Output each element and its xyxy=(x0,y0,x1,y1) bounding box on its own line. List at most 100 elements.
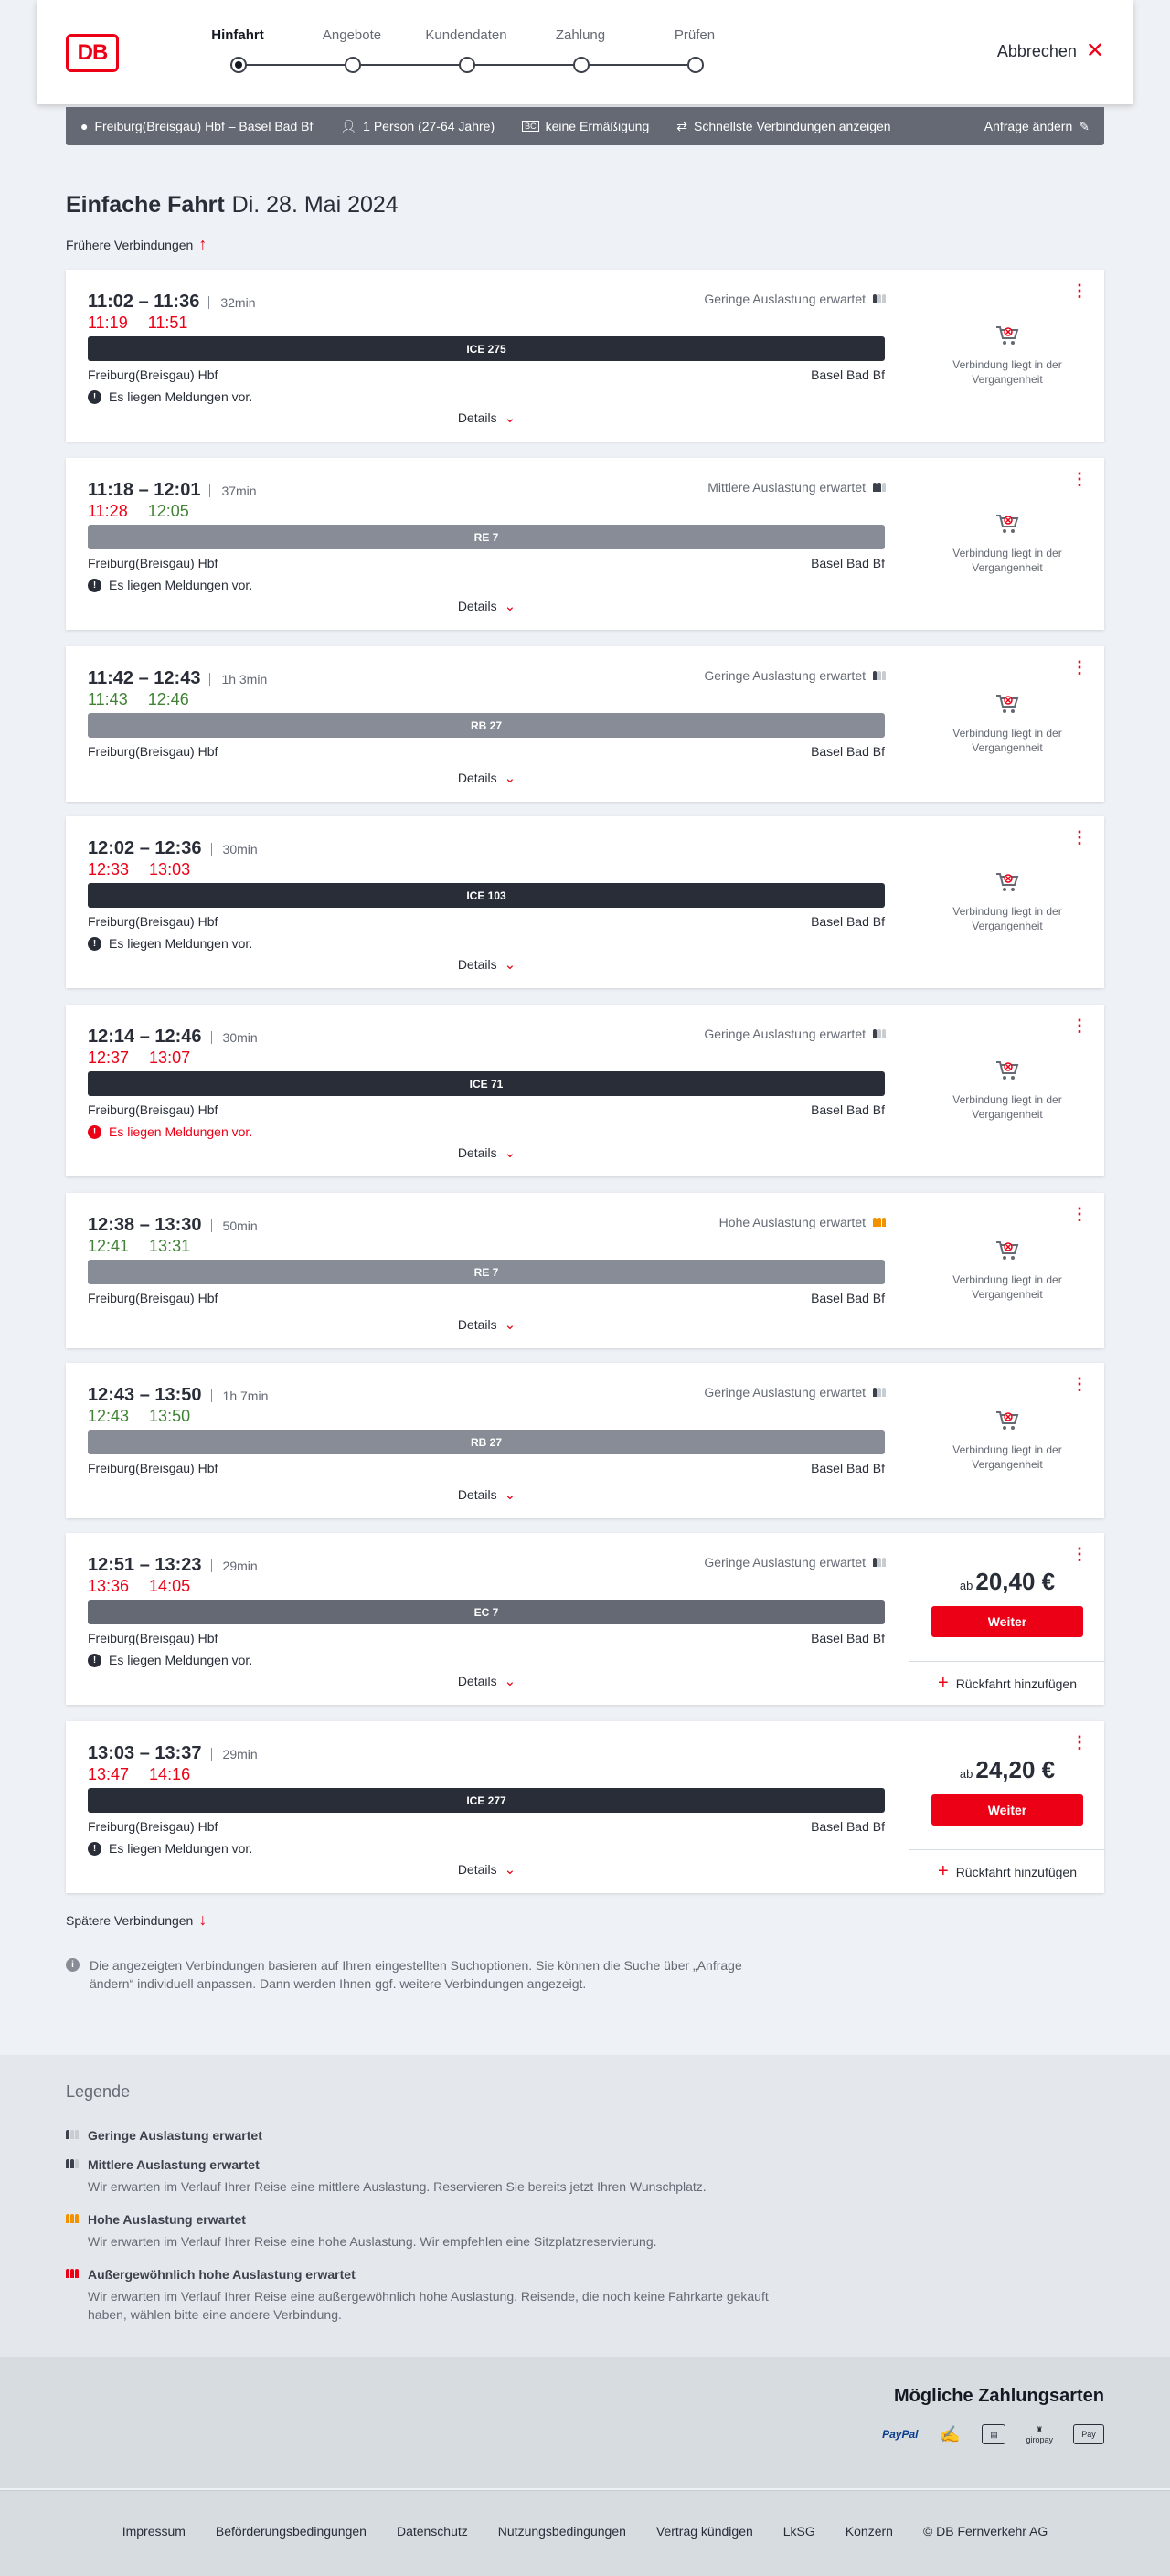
add-return-button[interactable]: + Rückfahrt hinzufügen xyxy=(909,1661,1105,1705)
past-connection-text: Verbindung liegt in der Vergangenheit xyxy=(952,547,1062,574)
stations: Freiburg(Breisgau) Hbf Basel Bad Bf xyxy=(88,1819,885,1834)
duration: 29min xyxy=(210,1559,258,1572)
weiter-button[interactable]: Weiter xyxy=(931,1794,1083,1826)
origin-station: Freiburg(Breisgau) Hbf xyxy=(88,367,218,382)
realtime-times: 13:36 14:05 xyxy=(88,1577,190,1596)
connection-card[interactable]: 12:02 – 12:36 30min 12:33 13:03 ICE 103 Fr… xyxy=(66,816,1104,988)
legend-section: Legende Geringe Auslastung erwartet Mitt… xyxy=(0,2055,1170,2357)
details-toggle[interactable]: Details ⌄ xyxy=(66,1486,908,1503)
origin-station: Freiburg(Breisgau) Hbf xyxy=(88,1102,218,1117)
more-menu-icon[interactable]: ⋮ xyxy=(1071,1206,1088,1222)
train-bar[interactable]: EC 7 xyxy=(88,1600,885,1624)
footer-link-impressum[interactable]: Impressum xyxy=(122,2524,186,2539)
details-toggle[interactable]: Details ⌄ xyxy=(66,1144,908,1161)
connection-main: 13:03 – 13:37 29min 13:47 14:16 ICE 277 Fr… xyxy=(66,1721,908,1893)
add-return-button[interactable]: + Rückfahrt hinzufügen xyxy=(909,1849,1105,1893)
train-bar[interactable]: ICE 275 xyxy=(88,336,885,361)
destination-station: Basel Bad Bf xyxy=(811,744,885,759)
connection-times: 11:18 – 12:01 37min xyxy=(88,480,257,500)
train-bar[interactable]: ICE 71 xyxy=(88,1071,885,1096)
more-menu-icon[interactable]: ⋮ xyxy=(1071,471,1088,487)
edit-request-button[interactable]: Anfrage ändern ✎ xyxy=(984,119,1090,134)
step-kundendaten: Kundendaten xyxy=(420,27,512,73)
db-logo[interactable]: DB xyxy=(66,34,119,72)
more-menu-icon[interactable]: ⋮ xyxy=(1071,1546,1088,1562)
footer-link-lksg[interactable]: LkSG xyxy=(783,2524,815,2539)
origin-station: Freiburg(Breisgau) Hbf xyxy=(88,1819,218,1834)
footer-link-vertrag-kuendigen[interactable]: Vertrag kündigen xyxy=(656,2524,753,2539)
details-toggle[interactable]: Details ⌄ xyxy=(66,410,908,426)
disruption-notice[interactable]: ! Es liegen Meldungen vor. xyxy=(88,936,252,951)
booking-panel: ⋮ Verbindung liegt in der Vergangenheit xyxy=(909,1363,1104,1518)
realtime-times: 13:47 14:16 xyxy=(88,1765,190,1784)
more-menu-icon[interactable]: ⋮ xyxy=(1071,1017,1088,1034)
realtime-departure: 11:19 xyxy=(88,314,128,332)
details-toggle[interactable]: Details ⌄ xyxy=(66,1316,908,1333)
occupancy-icon xyxy=(873,294,886,303)
chevron-down-icon: ⌄ xyxy=(504,1487,516,1503)
disruption-notice[interactable]: ! Es liegen Meldungen vor. xyxy=(88,389,252,404)
earlier-connections-link[interactable]: Frühere Verbindungen ↑ xyxy=(66,235,207,254)
apple-pay-logo: Pay xyxy=(1073,2424,1104,2444)
realtime-times: 11:28 12:05 xyxy=(88,502,189,521)
details-toggle[interactable]: Details ⌄ xyxy=(66,1673,908,1689)
cancel-button[interactable]: Abbrechen ✕ xyxy=(997,40,1104,62)
later-connections-link[interactable]: Spätere Verbindungen ↓ xyxy=(66,1911,207,1930)
occupancy-indicator: Geringe Auslastung erwartet xyxy=(704,1555,886,1570)
train-bar[interactable]: RB 27 xyxy=(88,1430,885,1454)
footer-link-befoerderungsbedingungen[interactable]: Beförderungsbedingungen xyxy=(216,2524,367,2539)
train-bar[interactable]: ICE 103 xyxy=(88,883,885,908)
traveller-summary: 👤︎ 1 Person (27-64 Jahre) xyxy=(340,118,495,134)
origin-station: Freiburg(Breisgau) Hbf xyxy=(88,914,218,929)
connection-times: 11:42 – 12:43 1h 3min xyxy=(88,668,268,688)
connection-card[interactable]: 12:14 – 12:46 30min 12:37 13:07 Geringe Au… xyxy=(66,1005,1104,1176)
weiter-button[interactable]: Weiter xyxy=(931,1606,1083,1637)
route-summary: ● Freiburg(Breisgau) Hbf – Basel Bad Bf xyxy=(80,119,314,133)
destination-station: Basel Bad Bf xyxy=(811,1102,885,1117)
more-menu-icon[interactable]: ⋮ xyxy=(1071,1734,1088,1751)
train-bar[interactable]: RE 7 xyxy=(88,1260,885,1284)
disruption-notice[interactable]: ! Es liegen Meldungen vor. xyxy=(88,1841,252,1856)
duration: 30min xyxy=(210,842,258,856)
connection-card[interactable]: 12:38 – 13:30 50min 12:41 13:31 Hohe Ausla… xyxy=(66,1193,1104,1348)
train-bar[interactable]: ICE 277 xyxy=(88,1788,885,1813)
occupancy-indicator: Geringe Auslastung erwartet xyxy=(704,292,886,306)
footer-link-datenschutz[interactable]: Datenschutz xyxy=(397,2524,468,2539)
more-menu-icon[interactable]: ⋮ xyxy=(1071,659,1088,676)
details-toggle[interactable]: Details ⌄ xyxy=(66,956,908,973)
connection-card[interactable]: 12:51 – 13:23 29min 13:36 14:05 Geringe Au… xyxy=(66,1533,1105,1705)
realtime-departure: 11:28 xyxy=(88,502,128,520)
train-bar[interactable]: RE 7 xyxy=(88,525,885,549)
duration: 1h 3min xyxy=(209,672,267,686)
destination-station: Basel Bad Bf xyxy=(811,1819,885,1834)
details-toggle[interactable]: Details ⌄ xyxy=(66,598,908,614)
details-toggle[interactable]: Details ⌄ xyxy=(66,770,908,786)
disruption-notice[interactable]: ! Es liegen Meldungen vor. xyxy=(88,1653,252,1667)
fastest-toggle[interactable]: ⇄ Schnellste Verbindungen anzeigen xyxy=(676,119,890,134)
booking-panel: ⋮ Verbindung liegt in der Vergangenheit xyxy=(909,646,1104,802)
connection-times: 12:02 – 12:36 30min xyxy=(88,838,258,858)
pencil-icon: ✎ xyxy=(1079,118,1090,133)
connection-card[interactable]: 11:18 – 12:01 37min 11:28 12:05 Mittlere A… xyxy=(66,458,1104,630)
arrow-down-icon: ↓ xyxy=(198,1911,207,1929)
duration: 32min xyxy=(208,295,255,309)
occupancy-indicator: Mittlere Auslastung erwartet xyxy=(707,480,886,495)
connection-card[interactable]: 11:02 – 11:36 32min 11:19 11:51 Geringe Au… xyxy=(66,270,1104,442)
low-load-icon xyxy=(66,2130,79,2139)
details-toggle[interactable]: Details ⌄ xyxy=(66,1861,908,1878)
booking-panel: ⋮ ab 20,40 € Weiter + Rückfahrt hinzufügen xyxy=(909,1533,1105,1705)
footer-link-konzern[interactable]: Konzern xyxy=(846,2524,893,2539)
connection-main: 12:02 – 12:36 30min 12:33 13:03 ICE 103 Fr… xyxy=(66,816,908,988)
more-menu-icon[interactable]: ⋮ xyxy=(1071,1376,1088,1392)
train-bar[interactable]: RB 27 xyxy=(88,713,885,738)
stations: Freiburg(Breisgau) Hbf Basel Bad Bf xyxy=(88,1102,885,1117)
connection-card[interactable]: 13:03 – 13:37 29min 13:47 14:16 ICE 277 Fr… xyxy=(66,1721,1105,1893)
realtime-arrival: 13:31 xyxy=(149,1237,191,1255)
more-menu-icon[interactable]: ⋮ xyxy=(1071,282,1088,299)
footer-link-nutzungsbedingungen[interactable]: Nutzungsbedingungen xyxy=(498,2524,626,2539)
more-menu-icon[interactable]: ⋮ xyxy=(1071,829,1088,846)
disruption-notice[interactable]: ! Es liegen Meldungen vor. xyxy=(88,1124,252,1139)
connection-card[interactable]: 11:42 – 12:43 1h 3min 11:43 12:46 Geringe … xyxy=(66,646,1104,802)
disruption-notice[interactable]: ! Es liegen Meldungen vor. xyxy=(88,578,252,592)
connection-card[interactable]: 12:43 – 13:50 1h 7min 12:43 13:50 Geringe … xyxy=(66,1363,1104,1518)
